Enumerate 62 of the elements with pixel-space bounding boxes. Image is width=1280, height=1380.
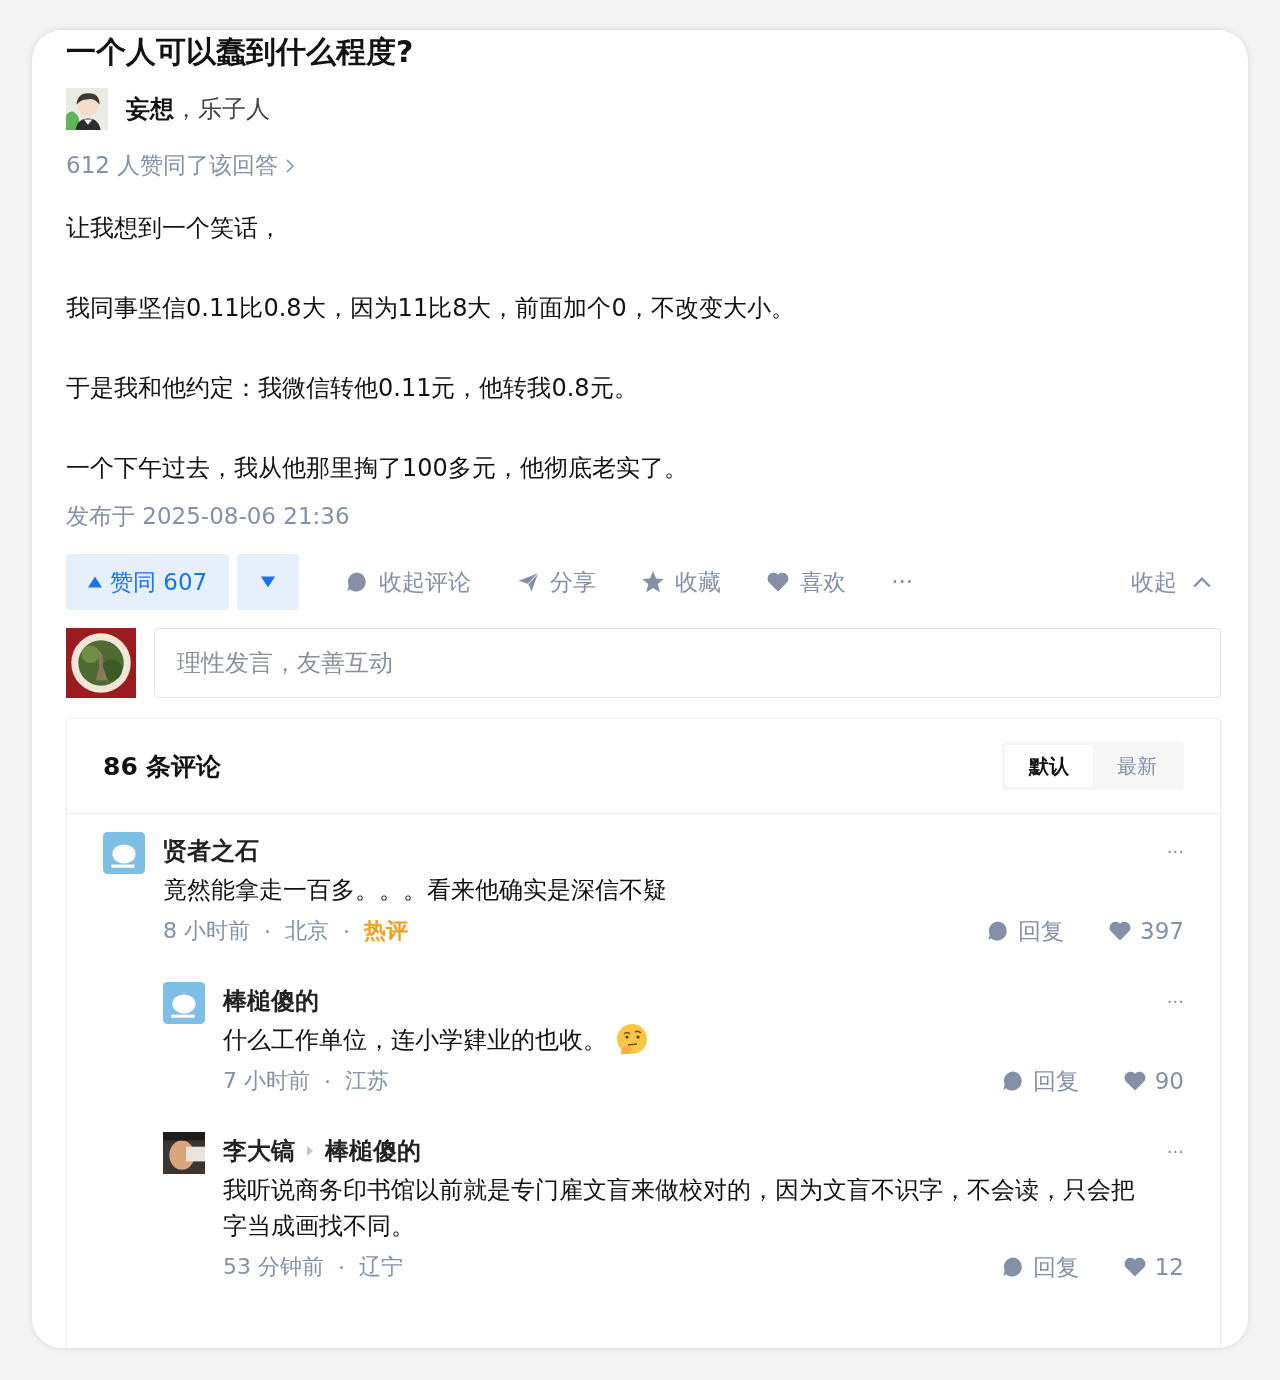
star-button[interactable]: 收藏 (641, 566, 722, 598)
answer-paragraph: 我同事坚信0.11比0.8大，因为11比8大，前面加个0，不改变大小。 (66, 293, 796, 324)
star-icon (641, 570, 666, 594)
chevron-right-icon (286, 158, 295, 173)
dot-separator: · (343, 918, 350, 944)
share-button[interactable]: 分享 (516, 566, 597, 598)
avatar-icon (103, 832, 145, 874)
hot-tag: 热评 (364, 916, 408, 946)
reply-button[interactable]: 回复 (986, 915, 1065, 947)
chevron-up-icon (1193, 576, 1211, 588)
sort-tab[interactable]: 最新 (1093, 745, 1181, 787)
comment-time: 7 小时前 (223, 1067, 310, 1095)
more-button[interactable]: ··· (891, 569, 914, 595)
comment-time: 53 分钟前 (223, 1253, 324, 1281)
comment-count: 86 条评论 (103, 750, 222, 783)
author-bio: 乐子人 (198, 94, 270, 125)
heart-button[interactable]: 喜欢 (766, 566, 847, 598)
comment-text: 我听说商务印书馆以前就是专门雇文盲来做校对的，因为文盲不识字，不会读，只会把字当成画找不同。 (223, 1175, 1136, 1242)
upvote-summary-link[interactable]: 612 人赞同了该回答 (66, 150, 279, 181)
avatar-icon (163, 982, 205, 1024)
dot-separator: · (264, 918, 271, 944)
reply-arrow-icon (307, 1146, 313, 1156)
commenter-name[interactable]: 贤者之石 (163, 835, 259, 867)
triangle-up-icon (88, 575, 102, 589)
answer-paragraph: 于是我和他约定：我微信转他0.11元，他转我0.8元。 (66, 373, 639, 404)
comment-input[interactable]: 理性发言，友善互动 (154, 628, 1221, 698)
comment-button[interactable]: 收起评论 (345, 566, 472, 598)
more-button[interactable]: ··· (1166, 990, 1184, 1012)
commenter-name[interactable]: 棒槌傻的 (223, 985, 319, 1017)
comment-location: 北京 (285, 917, 329, 945)
downvote-button[interactable] (237, 554, 300, 610)
heart-icon (766, 570, 791, 594)
sort-tab[interactable]: 默认 (1005, 745, 1093, 787)
upvote-button[interactable]: 赞同 607 (66, 554, 230, 610)
heart-icon (1122, 1069, 1147, 1093)
answer-paragraph: 让我想到一个笑话， (66, 213, 283, 244)
reply-target-name[interactable]: 棒槌傻的 (325, 1135, 421, 1167)
like-button[interactable]: 12 (1122, 1254, 1184, 1280)
heart-icon (1108, 919, 1133, 943)
more-button[interactable]: ··· (1166, 1140, 1184, 1162)
collapse-button[interactable]: 收起 (1131, 566, 1211, 598)
like-button[interactable]: 90 (1122, 1068, 1184, 1094)
comment-location: 辽宁 (359, 1253, 403, 1281)
comment-location: 江苏 (345, 1067, 389, 1095)
triangle-down-icon (261, 575, 276, 589)
author-name[interactable]: 妄想 (126, 93, 174, 125)
like-button[interactable]: 397 (1108, 918, 1184, 944)
dot-separator: · (324, 1068, 331, 1094)
comment-time: 8 小时前 (163, 917, 250, 945)
more-button[interactable]: ··· (1166, 840, 1184, 862)
publish-time: 发布于 2025-08-06 21:36 (66, 502, 351, 531)
dot-separator: · (338, 1254, 345, 1280)
reply-button[interactable]: 回复 (1000, 1065, 1079, 1097)
heart-icon (1122, 1255, 1147, 1279)
commenter-name[interactable]: 李大镐 (223, 1135, 295, 1167)
separator: ， (174, 94, 198, 125)
question-title: 一个人可以蠢到什么程度? (66, 33, 415, 71)
comment-text: 竟然能拿走一百多。。。看来他确实是深信不疑 (163, 875, 668, 906)
comment-text: 什么工作单位，连小学肄业的也收。 (223, 1025, 607, 1056)
paper-plane-icon (516, 570, 541, 594)
reply-button[interactable]: 回复 (1000, 1251, 1079, 1283)
answer-paragraph: 一个下午过去，我从他那里掏了100多元，他彻底老实了。 (66, 453, 689, 484)
